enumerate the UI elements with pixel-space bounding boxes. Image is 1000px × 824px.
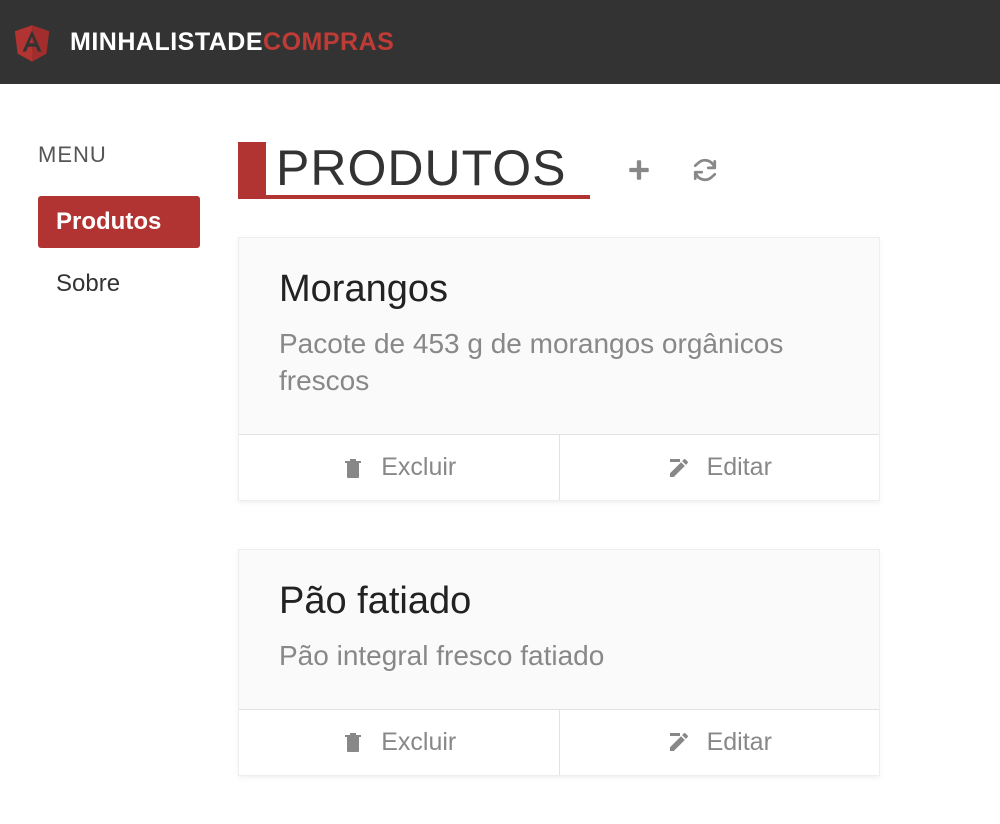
app-header: MINHALISTADECOMPRAS <box>0 0 1000 84</box>
delete-button[interactable]: Excluir <box>239 435 559 500</box>
edit-button[interactable]: Editar <box>559 710 880 775</box>
edit-label: Editar <box>707 728 772 757</box>
title-accent-bar <box>238 142 266 195</box>
title-actions <box>626 157 718 183</box>
card-body: Morangos Pacote de 453 g de morangos org… <box>239 238 879 435</box>
delete-button[interactable]: Excluir <box>239 710 559 775</box>
product-card: Pão fatiado Pão integral fresco fatiado … <box>238 549 880 776</box>
card-body: Pão fatiado Pão integral fresco fatiado <box>239 550 879 709</box>
sidebar-item-label: Sobre <box>56 270 120 297</box>
edit-label: Editar <box>707 453 772 482</box>
brand-title: MINHALISTADECOMPRAS <box>70 28 394 57</box>
brand-part-3: COMPRAS <box>263 28 394 56</box>
trash-icon <box>341 730 365 754</box>
edit-icon <box>667 730 691 754</box>
sidebar-item-produtos[interactable]: Produtos <box>38 196 200 248</box>
trash-icon <box>341 456 365 480</box>
angular-shield-icon <box>12 22 52 62</box>
page-title: PRODUTOS <box>266 142 566 195</box>
sidebar-item-sobre[interactable]: Sobre <box>38 258 200 310</box>
sidebar-item-label: Produtos <box>56 208 161 235</box>
page-title-block: PRODUTOS <box>238 142 590 199</box>
main-content: PRODUTOS Morangos P <box>200 142 1000 824</box>
sidebar: MENU Produtos Sobre <box>0 142 200 824</box>
product-name: Morangos <box>279 268 839 311</box>
delete-label: Excluir <box>381 453 456 482</box>
brand-part-1: MINHA <box>70 28 154 56</box>
product-card: Morangos Pacote de 453 g de morangos org… <box>238 237 880 502</box>
refresh-icon[interactable] <box>692 157 718 183</box>
product-name: Pão fatiado <box>279 580 839 623</box>
product-description: Pão integral fresco fatiado <box>279 637 839 675</box>
card-actions: Excluir Editar <box>239 434 879 500</box>
delete-label: Excluir <box>381 728 456 757</box>
brand-part-2: LISTADE <box>154 28 263 56</box>
plus-icon[interactable] <box>626 157 652 183</box>
card-actions: Excluir Editar <box>239 709 879 775</box>
sidebar-header: MENU <box>38 142 200 168</box>
product-description: Pacote de 453 g de morangos orgânicos fr… <box>279 325 839 401</box>
edit-button[interactable]: Editar <box>559 435 880 500</box>
edit-icon <box>667 456 691 480</box>
page-title-row: PRODUTOS <box>238 142 880 199</box>
